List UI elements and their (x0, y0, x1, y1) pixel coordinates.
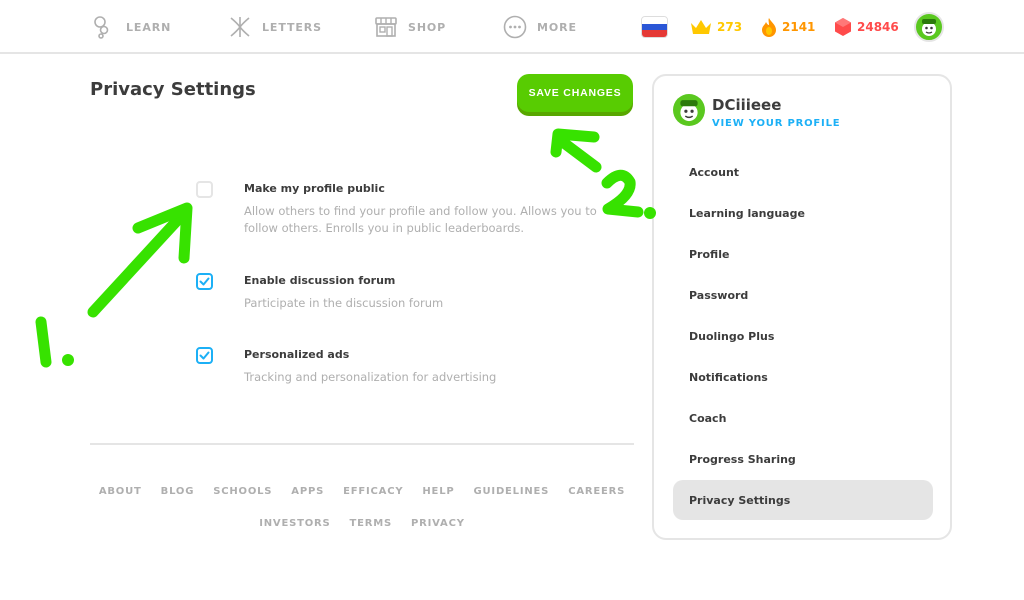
setting-personalized-ads: Personalized ads Tracking and personaliz… (196, 347, 616, 387)
setting-title: Enable discussion forum (244, 274, 396, 287)
setting-description: Tracking and personalization for adverti… (244, 370, 497, 384)
user-avatar[interactable] (914, 12, 944, 42)
nav-more[interactable]: MORE (503, 14, 577, 40)
sidebar-item-notifications[interactable]: Notifications (673, 357, 933, 397)
annotation-arrow-2-shaft (554, 134, 602, 173)
sidebar-item-account[interactable]: Account (673, 152, 933, 192)
gems-counter[interactable]: 24846 (834, 16, 899, 38)
more-icon (503, 15, 527, 39)
avatar-face-icon (922, 19, 936, 36)
footer-links-row-2: INVESTORS TERMS PRIVACY (90, 518, 634, 529)
setting-title: Personalized ads (244, 348, 350, 361)
setting-title: Make my profile public (244, 182, 385, 195)
footer-link-guidelines[interactable]: GUIDELINES (474, 486, 550, 497)
checkmark-icon (199, 351, 210, 360)
gems-count: 24846 (857, 20, 899, 34)
sidebar-item-learning-language[interactable]: Learning language (673, 193, 933, 233)
flame-icon (762, 18, 776, 37)
crown-icon (691, 20, 711, 34)
crowns-counter[interactable]: 273 (690, 16, 742, 38)
footer-link-help[interactable]: HELP (422, 486, 454, 497)
nav-shop[interactable]: SHOP (374, 14, 446, 40)
checkmark-icon (199, 277, 210, 286)
setting-profile-public: Make my profile public Allow others to f… (196, 181, 616, 241)
footer-divider (90, 443, 634, 445)
profile-public-checkbox[interactable] (196, 181, 213, 198)
letters-icon (230, 17, 250, 37)
footer-link-careers[interactable]: CAREERS (568, 486, 625, 497)
setting-description: Participate in the discussion forum (244, 296, 444, 310)
settings-sidebar: DCiiieee VIEW YOUR PROFILE Account Learn… (652, 74, 952, 540)
footer-links-row-1: ABOUT BLOG SCHOOLS APPS EFFICACY HELP GU… (90, 486, 634, 497)
annotation-numeral-1 (35, 316, 52, 368)
nav-learn-label: LEARN (126, 20, 172, 34)
streak-counter[interactable]: 2141 (761, 16, 815, 38)
footer-link-about[interactable]: ABOUT (99, 486, 142, 497)
sidebar-item-privacy-settings[interactable]: Privacy Settings (673, 480, 933, 520)
streak-count: 2141 (782, 20, 816, 34)
shop-icon (375, 17, 397, 37)
nav-letters-label: LETTERS (262, 20, 322, 34)
crowns-count: 273 (717, 20, 743, 34)
russia-flag-icon[interactable] (641, 16, 668, 38)
top-navigation-bar: LEARN LETTERS SHOP MORE 273 2141 24846 (0, 0, 1024, 54)
avatar-face-icon (680, 100, 698, 122)
sidebar-item-profile[interactable]: Profile (673, 234, 933, 274)
sidebar-item-coach[interactable]: Coach (673, 398, 933, 438)
footer-link-schools[interactable]: SCHOOLS (213, 486, 272, 497)
footer-link-investors[interactable]: INVESTORS (259, 518, 330, 529)
learn-icon (94, 16, 109, 39)
nav-letters[interactable]: LETTERS (228, 14, 322, 40)
sidebar-item-progress-sharing[interactable]: Progress Sharing (673, 439, 933, 479)
page-title: Privacy Settings (90, 79, 256, 100)
annotation-arrow-1-shaft (87, 206, 191, 318)
discussion-forum-checkbox[interactable] (196, 273, 213, 290)
annotation-arrow-2-head (550, 128, 600, 158)
save-changes-button[interactable]: SAVE CHANGES (517, 74, 633, 112)
footer-link-privacy[interactable]: PRIVACY (411, 518, 465, 529)
setting-discussion-forum: Enable discussion forum Participate in t… (196, 273, 616, 313)
annotation-dot-1 (62, 354, 74, 366)
sidebar-item-password[interactable]: Password (673, 275, 933, 315)
footer-link-efficacy[interactable]: EFFICACY (343, 486, 403, 497)
sidebar-item-duolingo-plus[interactable]: Duolingo Plus (673, 316, 933, 356)
gem-icon (835, 18, 851, 36)
nav-learn[interactable]: LEARN (92, 14, 171, 40)
profile-avatar[interactable] (673, 94, 705, 126)
footer-link-apps[interactable]: APPS (291, 486, 324, 497)
nav-shop-label: SHOP (408, 20, 447, 34)
footer-link-terms[interactable]: TERMS (350, 518, 393, 529)
profile-username: DCiiieee (712, 96, 782, 114)
footer-link-blog[interactable]: BLOG (161, 486, 195, 497)
view-profile-link[interactable]: VIEW YOUR PROFILE (712, 118, 840, 129)
annotation-arrow-1-head (132, 202, 193, 264)
setting-description: Allow others to find your profile and fo… (244, 204, 597, 235)
personalized-ads-checkbox[interactable] (196, 347, 213, 364)
nav-more-label: MORE (537, 20, 577, 34)
